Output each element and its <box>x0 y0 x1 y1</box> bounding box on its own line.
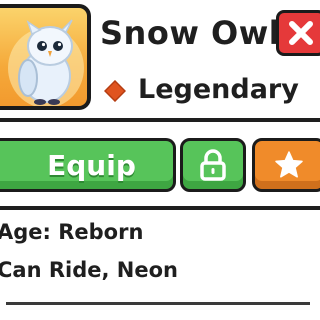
equip-button-label: Equip <box>47 148 136 182</box>
snow-owl-icon <box>8 19 84 106</box>
age-text: Age: Reborn <box>0 220 144 244</box>
top-divider <box>0 118 320 122</box>
lock-button[interactable] <box>180 138 246 192</box>
lock-icon <box>200 149 226 181</box>
close-button[interactable] <box>276 10 320 56</box>
rarity-diamond-icon <box>104 80 126 102</box>
pet-name: Snow Owl <box>100 14 281 52</box>
footer-divider <box>6 302 310 305</box>
favorite-button[interactable] <box>252 138 320 192</box>
pet-portrait <box>0 4 91 110</box>
traits-text: Can Ride, Neon <box>0 258 178 282</box>
rarity-label: Legendary <box>138 74 299 105</box>
bottom-divider <box>0 206 320 210</box>
star-icon <box>275 151 303 178</box>
equip-button[interactable]: Equip <box>0 138 176 192</box>
close-icon <box>289 21 313 45</box>
